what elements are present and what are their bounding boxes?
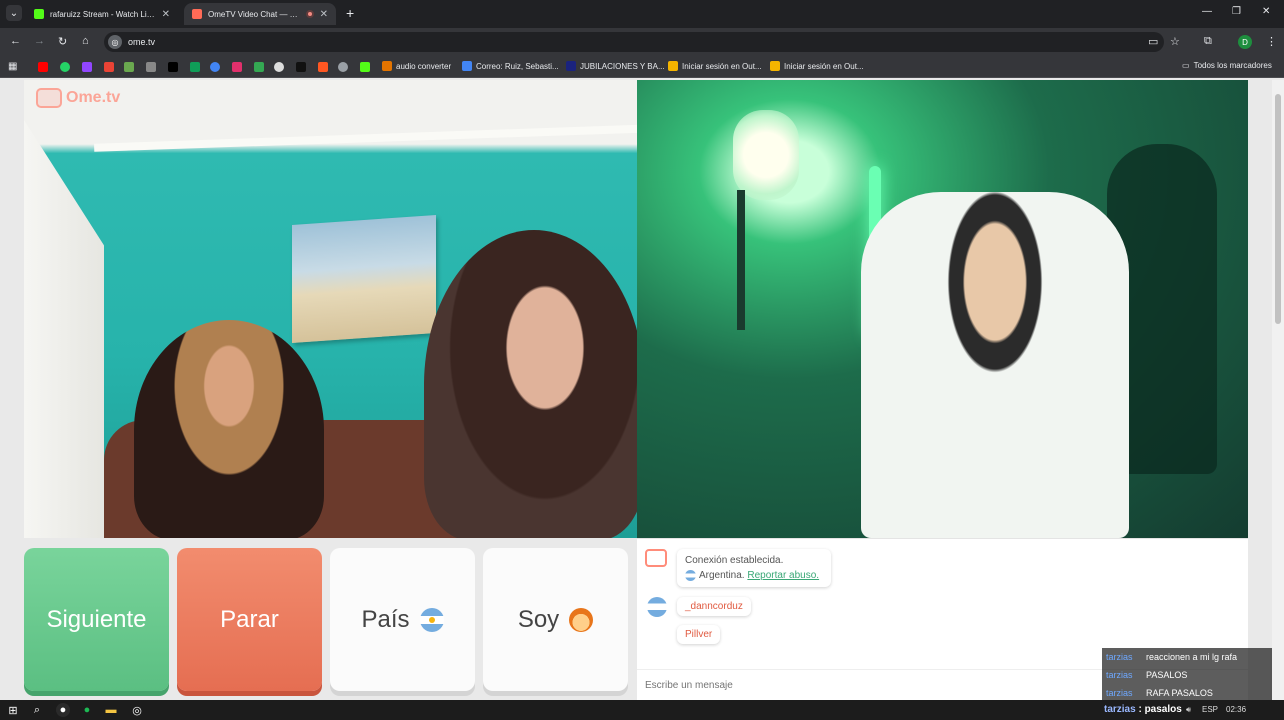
file-explorer-icon[interactable]: ▬ bbox=[104, 703, 118, 717]
close-window-button[interactable]: ✕ bbox=[1262, 6, 1270, 17]
address-bar[interactable]: ◎ ome.tv bbox=[104, 32, 1164, 52]
boy-emoji-icon bbox=[569, 607, 594, 632]
stream-chat-overlay: tarzias reaccionen a mi lg rafa tarzias PA… bbox=[1102, 648, 1282, 702]
apps-grid-icon[interactable]: ▦ bbox=[8, 61, 17, 72]
gmail-icon[interactable] bbox=[104, 62, 114, 72]
obs-icon[interactable]: ◎ bbox=[130, 703, 144, 717]
whatsapp-icon[interactable] bbox=[60, 62, 70, 72]
tab-title: rafaruizz Stream - Watch Live o bbox=[50, 9, 156, 19]
gender-button[interactable]: Soy bbox=[483, 548, 628, 691]
search-icon[interactable]: ⌕ bbox=[30, 703, 44, 717]
page-scrollbar[interactable] bbox=[1272, 80, 1284, 700]
ometv-favicon-icon bbox=[192, 9, 202, 19]
country-button[interactable]: País bbox=[330, 548, 475, 691]
tiktok-icon[interactable] bbox=[296, 62, 306, 72]
maximize-button[interactable]: ❐ bbox=[1232, 6, 1241, 17]
bookmark-audio-converter[interactable]: audio converter bbox=[382, 61, 451, 71]
tab-title: OmeTV Video Chat — Ome bbox=[208, 9, 300, 19]
chat-message: _danncorduz bbox=[677, 597, 751, 616]
chrome-icon[interactable] bbox=[210, 62, 220, 72]
report-abuse-link[interactable]: Reportar abuso. bbox=[747, 570, 819, 581]
forward-icon[interactable]: → bbox=[34, 35, 45, 47]
ometv-logo: Ome.tv bbox=[36, 88, 120, 108]
game-icon[interactable] bbox=[124, 62, 134, 72]
stranger-flag-icon bbox=[647, 597, 667, 617]
x-icon[interactable] bbox=[168, 62, 178, 72]
kick-icon bbox=[34, 9, 44, 19]
browser-toolbar: ← → ↻ ⌂ ◎ ome.tv ▭ ☆ ⧉ ⋮ bbox=[0, 28, 1284, 56]
local-video bbox=[24, 80, 637, 538]
globe-icon[interactable] bbox=[338, 62, 348, 72]
site-info-icon[interactable]: ◎ bbox=[108, 35, 122, 49]
lamp-light bbox=[733, 110, 799, 200]
bookmark-outlook-1[interactable]: Iniciar sesión en Out... bbox=[668, 61, 762, 71]
folder-icon: ▭ bbox=[1182, 61, 1190, 70]
menu-icon[interactable]: ⋮ bbox=[1266, 35, 1277, 48]
recording-icon bbox=[305, 10, 314, 18]
system-message: Conexión establecida. Argentina. Reporta… bbox=[677, 549, 831, 587]
bookmarks-bar: ▦ audio converter Correo: Ruiz, Sebasti.… bbox=[0, 56, 1284, 78]
minimize-button[interactable]: — bbox=[1202, 6, 1212, 17]
stream-caption: tarzias : pasalos bbox=[1104, 704, 1182, 715]
new-tab-button[interactable]: + bbox=[346, 5, 354, 21]
overlay-row: tarzias PASALOS bbox=[1102, 666, 1282, 684]
argentina-flag-icon bbox=[419, 607, 444, 632]
taskbar: ⊞ ⌕ ● ● ▬ ◎ tarzias : pasalos 🔊︎ ESP 02:… bbox=[0, 700, 1284, 720]
profile-avatar[interactable]: D bbox=[1238, 35, 1252, 49]
windows-start-icon[interactable]: ⊞ bbox=[6, 703, 20, 717]
chrome-taskbar-icon[interactable]: ● bbox=[56, 703, 70, 717]
argentina-flag-icon bbox=[685, 569, 696, 581]
wall-painting bbox=[292, 214, 436, 344]
tab-ometv[interactable]: OmeTV Video Chat — Ome ✕ bbox=[184, 3, 336, 25]
tab-bar: ⌄ rafaruizz Stream - Watch Live o ✕ OmeT… bbox=[0, 0, 1284, 28]
bookmark-correo[interactable]: Correo: Ruiz, Sebasti... bbox=[462, 61, 559, 71]
url-text: ome.tv bbox=[128, 37, 156, 47]
person-left bbox=[134, 320, 324, 538]
reload-icon[interactable]: ↻ bbox=[58, 35, 67, 48]
remote-person bbox=[861, 192, 1129, 538]
bookmark-jubilaciones[interactable]: JUBILACIONES Y BA... bbox=[566, 61, 665, 71]
stop-button[interactable]: Parar bbox=[177, 548, 322, 691]
chat-message: Pillver bbox=[677, 625, 721, 644]
close-icon[interactable]: ✕ bbox=[320, 9, 328, 20]
twitch-icon[interactable] bbox=[82, 62, 92, 72]
back-icon[interactable]: ← bbox=[10, 35, 21, 47]
ometv-page: Siguiente Parar País Soy Conexión establ… bbox=[0, 78, 1284, 700]
overlay-row: tarzias reaccionen a mi lg rafa bbox=[1102, 648, 1282, 666]
home-icon[interactable]: ⌂ bbox=[82, 35, 89, 47]
tab-stream[interactable]: rafaruizz Stream - Watch Live o ✕ bbox=[26, 3, 178, 25]
bookmark-outlook-2[interactable]: Iniciar sesión en Out... bbox=[770, 61, 864, 71]
instagram-icon[interactable] bbox=[232, 62, 242, 72]
volume-icon[interactable]: 🔊︎ bbox=[1186, 705, 1191, 715]
language-indicator[interactable]: ESP bbox=[1202, 705, 1218, 714]
all-bookmarks[interactable]: ▭ Todos los marcadores bbox=[1182, 61, 1272, 70]
person-right bbox=[424, 230, 637, 538]
remote-video bbox=[637, 80, 1248, 538]
scrollbar-thumb[interactable] bbox=[1275, 94, 1281, 324]
extensions-icon[interactable]: ⧉ bbox=[1204, 35, 1212, 48]
link-icon[interactable] bbox=[146, 62, 156, 72]
maps-icon[interactable] bbox=[254, 62, 264, 72]
cast-icon[interactable]: ▭ bbox=[1148, 35, 1158, 48]
ometv-logo-icon bbox=[645, 549, 667, 567]
app-icon[interactable] bbox=[318, 62, 328, 72]
close-icon[interactable]: ✕ bbox=[162, 9, 170, 20]
drive-icon[interactable] bbox=[190, 62, 200, 72]
spotify-icon[interactable]: ● bbox=[80, 703, 94, 717]
tab-search-button[interactable]: ⌄ bbox=[6, 5, 22, 21]
clock[interactable]: 02:36 bbox=[1226, 705, 1246, 714]
tv-icon bbox=[36, 88, 62, 108]
kick-bookmark-icon[interactable] bbox=[360, 62, 370, 72]
bookmark-star-icon[interactable]: ☆ bbox=[1170, 35, 1180, 48]
youtube-icon[interactable] bbox=[38, 62, 48, 72]
next-button[interactable]: Siguiente bbox=[24, 548, 169, 691]
circle-icon[interactable] bbox=[274, 62, 284, 72]
